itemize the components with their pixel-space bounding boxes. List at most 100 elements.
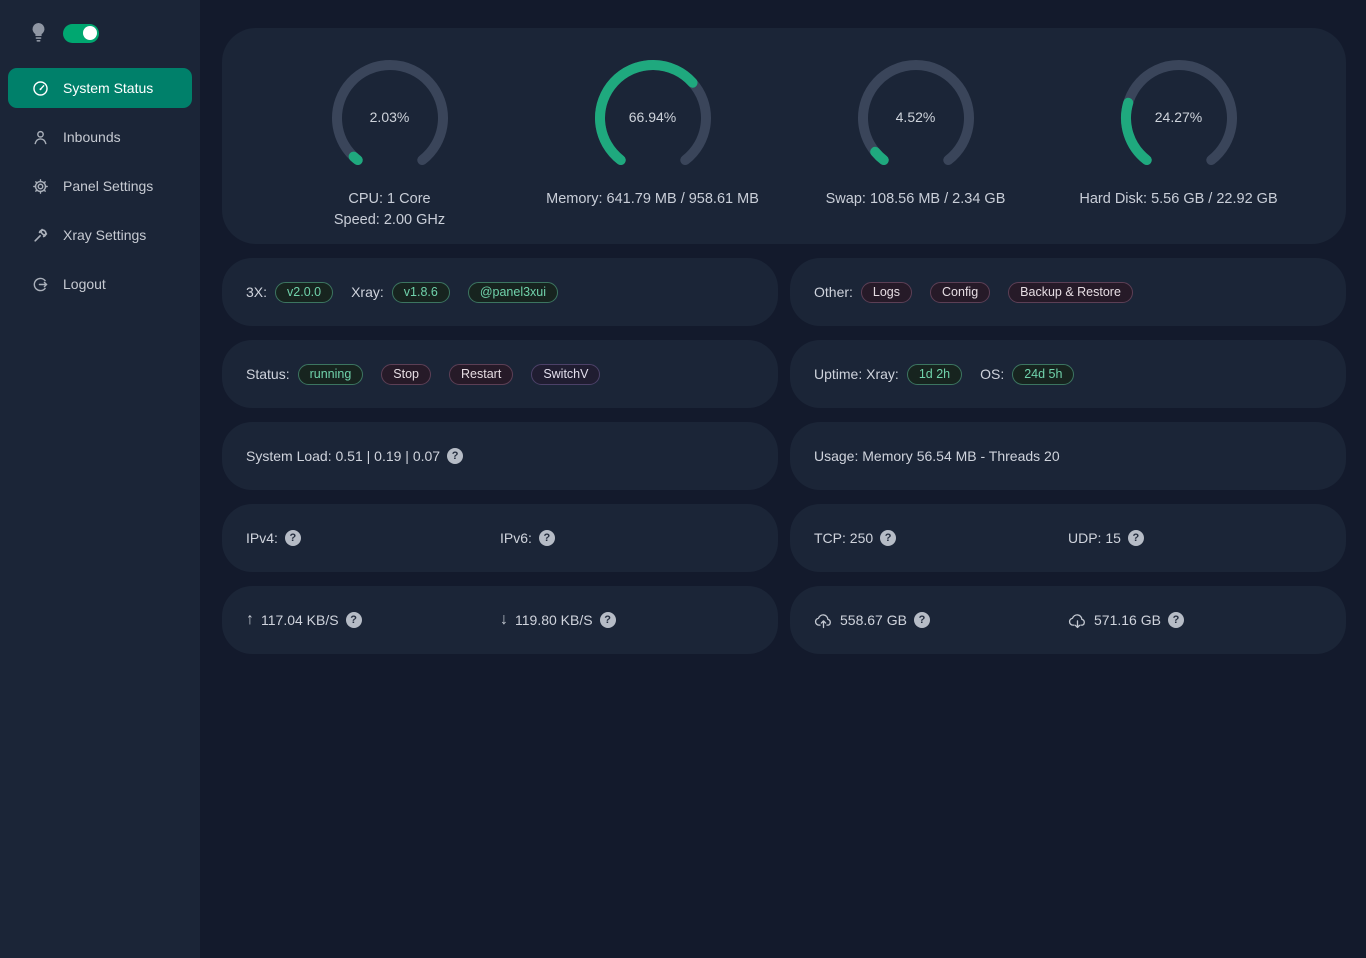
swap-gauge: 4.52% Swap: 108.56 MB / 2.34 GB [784,57,1047,244]
sidebar-item-label: Inbounds [63,129,121,145]
label-uptime-xray: Uptime: Xray: [814,366,899,382]
download-speed-text: 119.80 KB/S [515,612,593,628]
sidebar-item-label: Logout [63,276,106,292]
sidebar-item-label: System Status [63,80,153,96]
xray-uptime-badge: 1d 2h [907,364,962,385]
version-card: 3X: v2.0.0 Xray: v1.8.6 @panel3xui [222,258,778,326]
sidebar-item-label: Xray Settings [63,227,146,243]
gear-icon [32,178,49,195]
other-card: Other: Logs Config Backup & Restore [790,258,1346,326]
stop-button[interactable]: Stop [381,364,431,385]
bulb-icon [31,22,46,44]
sidebar-item-label: Panel Settings [63,178,153,194]
ipv4-block: IPv4: ? [246,530,500,546]
tcp-block: TCP: 250 ? [814,530,1068,546]
sidebar: System Status Inbounds Panel Settings [0,0,200,958]
total-upload-text: 558.67 GB [840,612,907,628]
cpu-gauge: 2.03% CPU: 1 Core Speed: 2.00 GHz [258,57,521,244]
dashboard-icon [32,80,49,97]
ipv6-block: IPv6: ? [500,530,754,546]
logs-button[interactable]: Logs [861,282,912,303]
memory-percent: 66.94% [592,109,714,125]
label-other: Other: [814,284,853,300]
label-os: OS: [980,366,1004,382]
swap-caption-line1: Swap: 108.56 MB / 2.34 GB [826,189,1006,210]
system-load-text: System Load: 0.51 | 0.19 | 0.07 [246,448,440,464]
switch-version-button[interactable]: SwitchV [531,364,600,385]
gauge-progress [875,152,884,160]
sidebar-item-system-status[interactable]: System Status [8,68,192,108]
main-content: 2.03% CPU: 1 Core Speed: 2.00 GHz 66.94%… [200,0,1366,958]
disk-gauge: 24.27% Hard Disk: 5.56 GB / 22.92 GB [1047,57,1310,244]
network-speed-card: ↑ 117.04 KB/S ? ↓ 119.80 KB/S ? [222,586,778,654]
memory-gauge: 66.94% Memory: 641.79 MB / 958.61 MB [521,57,784,244]
sidebar-item-panel-settings[interactable]: Panel Settings [8,166,192,206]
toggle-knob [83,26,97,40]
label-xray: Xray: [351,284,384,300]
label-status: Status: [246,366,290,382]
udp-count-text: UDP: 15 [1068,530,1121,546]
swap-caption: Swap: 108.56 MB / 2.34 GB [826,189,1006,210]
help-icon[interactable]: ? [539,530,555,546]
total-download-text: 571.16 GB [1094,612,1161,628]
total-upload-block: 558.67 GB ? [814,612,1068,629]
telegram-channel-badge[interactable]: @panel3xui [468,282,558,303]
disk-caption: Hard Disk: 5.56 GB / 22.92 GB [1079,189,1277,210]
udp-block: UDP: 15 ? [1068,530,1322,546]
cloud-download-icon [1068,612,1087,629]
help-icon[interactable]: ? [880,530,896,546]
logout-icon [32,276,49,293]
download-speed-block: ↓ 119.80 KB/S ? [500,611,754,629]
memory-caption: Memory: 641.79 MB / 958.61 MB [546,189,759,210]
wrench-icon [32,227,49,244]
uptime-card: Uptime: Xray: 1d 2h OS: 24d 5h [790,340,1346,408]
ip-card: IPv4: ? IPv6: ? [222,504,778,572]
cloud-upload-icon [814,612,833,629]
status-card: Status: running Stop Restart SwitchV [222,340,778,408]
os-uptime-badge: 24d 5h [1012,364,1074,385]
cpu-caption-line1: CPU: 1 Core [334,189,445,210]
backup-restore-button[interactable]: Backup & Restore [1008,282,1133,303]
connections-card: TCP: 250 ? UDP: 15 ? [790,504,1346,572]
sidebar-item-xray-settings[interactable]: Xray Settings [8,215,192,255]
label-3x: 3X: [246,284,267,300]
xray-version-badge[interactable]: v1.8.6 [392,282,450,303]
cpu-caption: CPU: 1 Core Speed: 2.00 GHz [334,189,445,231]
help-icon[interactable]: ? [1128,530,1144,546]
system-load-card: System Load: 0.51 | 0.19 | 0.07 ? [222,422,778,490]
sidebar-item-inbounds[interactable]: Inbounds [8,117,192,157]
help-icon[interactable]: ? [285,530,301,546]
memory-caption-line1: Memory: 641.79 MB / 958.61 MB [546,189,759,210]
help-icon[interactable]: ? [447,448,463,464]
help-icon[interactable]: ? [346,612,362,628]
usage-text: Usage: Memory 56.54 MB - Threads 20 [814,448,1060,464]
theme-toggle[interactable] [63,24,99,43]
panel-version-badge[interactable]: v2.0.0 [275,282,333,303]
tcp-count-text: TCP: 250 [814,530,873,546]
gauge-progress [353,157,357,160]
ipv6-label: IPv6: [500,530,532,546]
config-button[interactable]: Config [930,282,990,303]
usage-card: Usage: Memory 56.54 MB - Threads 20 [790,422,1346,490]
help-icon[interactable]: ? [914,612,930,628]
user-icon [32,129,49,146]
arrow-up-icon: ↑ [246,611,254,629]
disk-percent: 24.27% [1118,109,1240,125]
theme-toggle-row [0,20,200,46]
disk-caption-line1: Hard Disk: 5.56 GB / 22.92 GB [1079,189,1277,210]
ipv4-label: IPv4: [246,530,278,546]
status-badge: running [298,364,364,385]
upload-speed-text: 117.04 KB/S [261,612,339,628]
help-icon[interactable]: ? [1168,612,1184,628]
cpu-caption-line2: Speed: 2.00 GHz [334,210,445,231]
help-icon[interactable]: ? [600,612,616,628]
info-cards-grid: 3X: v2.0.0 Xray: v1.8.6 @panel3xui Other… [222,258,1346,654]
sidebar-item-logout[interactable]: Logout [8,264,192,304]
total-traffic-card: 558.67 GB ? 571.16 GB ? [790,586,1346,654]
arrow-down-icon: ↓ [500,611,508,629]
restart-button[interactable]: Restart [449,364,513,385]
upload-speed-block: ↑ 117.04 KB/S ? [246,611,500,629]
cpu-percent: 2.03% [329,109,451,125]
system-gauges-card: 2.03% CPU: 1 Core Speed: 2.00 GHz 66.94%… [222,28,1346,244]
total-download-block: 571.16 GB ? [1068,612,1322,629]
